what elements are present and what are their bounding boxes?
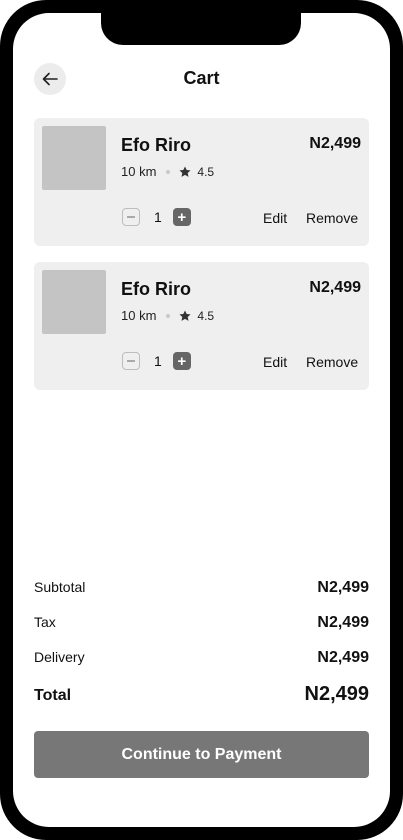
phone-frame: Cart Efo Riro N2,499 10 km 4.5 1 + Edit …	[0, 0, 403, 840]
total-label: Total	[34, 687, 72, 704]
item-distance: 10 km	[121, 308, 157, 323]
item-meta: 10 km 4.5	[121, 164, 214, 179]
total-row: Total N2,499	[34, 683, 369, 706]
delivery-label: Delivery	[34, 649, 85, 665]
separator-dot	[166, 313, 171, 318]
remove-item-button[interactable]: Remove	[306, 354, 358, 370]
item-distance: 10 km	[121, 164, 157, 179]
item-price: N2,499	[309, 135, 361, 152]
item-name: Efo Riro	[121, 135, 191, 155]
item-name: Efo Riro	[121, 279, 191, 299]
continue-to-payment-button[interactable]: Continue to Payment	[34, 731, 369, 778]
decrease-quantity-button[interactable]	[122, 208, 140, 226]
delivery-row: Delivery N2,499	[34, 649, 369, 667]
item-thumbnail	[42, 270, 106, 334]
page-title: Cart	[183, 68, 220, 88]
quantity-stepper: 1 +	[122, 208, 191, 226]
increase-quantity-button[interactable]: +	[172, 208, 191, 226]
star-icon	[179, 309, 191, 321]
tax-label: Tax	[34, 614, 56, 630]
item-thumbnail	[42, 126, 106, 190]
cart-item: Efo Riro N2,499 10 km 4.5 1 + Edit Remov…	[34, 262, 369, 390]
device-notch	[101, 13, 301, 45]
item-price: N2,499	[309, 279, 361, 296]
remove-item-button[interactable]: Remove	[306, 210, 358, 226]
item-rating: 4.5	[197, 308, 215, 323]
star-icon	[179, 165, 191, 177]
subtotal-row: Subtotal N2,499	[34, 579, 369, 597]
tax-value: N2,499	[317, 614, 369, 631]
quantity-value: 1	[154, 209, 162, 225]
delivery-value: N2,499	[317, 649, 369, 666]
edit-item-button[interactable]: Edit	[263, 210, 287, 226]
item-meta: 10 km 4.5	[121, 308, 214, 323]
cart-item: Efo Riro N2,499 10 km 4.5 1 + Edit Remov…	[34, 118, 369, 246]
edit-item-button[interactable]: Edit	[263, 354, 287, 370]
tax-row: Tax N2,499	[34, 614, 369, 632]
subtotal-value: N2,499	[317, 579, 369, 596]
quantity-stepper: 1 +	[122, 352, 191, 370]
app-screen: Cart Efo Riro N2,499 10 km 4.5 1 + Edit …	[13, 13, 390, 827]
item-rating: 4.5	[197, 164, 215, 179]
increase-quantity-button[interactable]: +	[172, 352, 191, 370]
subtotal-label: Subtotal	[34, 579, 86, 595]
total-value: N2,499	[304, 683, 370, 705]
quantity-value: 1	[154, 353, 162, 369]
separator-dot	[166, 169, 171, 174]
decrease-quantity-button[interactable]	[122, 352, 140, 370]
